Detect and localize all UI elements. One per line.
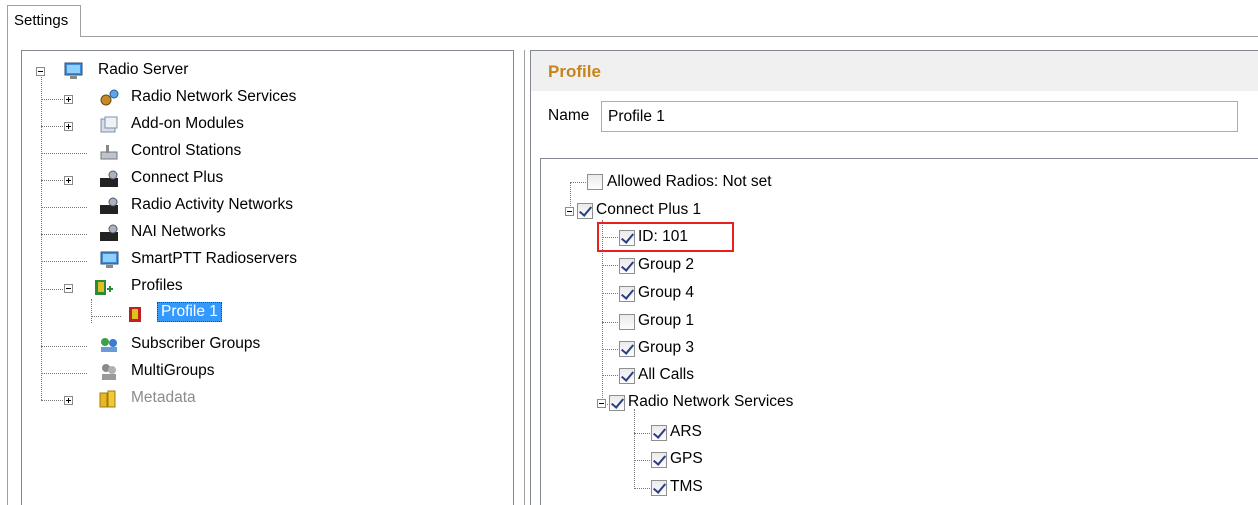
tree-connector: [41, 180, 63, 181]
tree-item-metadata[interactable]: Metadata: [131, 389, 196, 407]
panel-splitter[interactable]: [524, 50, 525, 505]
tree-item-tms: TMS: [670, 478, 703, 495]
profile-icon: [129, 307, 141, 322]
navigation-tree-panel[interactable]: Radio Server Radio Network Services Add-…: [21, 50, 514, 505]
tree-connector: [602, 375, 618, 376]
frame-border: [7, 36, 8, 505]
tree-item-group-3: Group 3: [638, 339, 695, 356]
checkbox-allowed-radios[interactable]: [587, 174, 603, 190]
expand-toggle[interactable]: [64, 122, 73, 131]
checkbox-group-2[interactable]: [619, 258, 635, 274]
checkbox-ars[interactable]: [651, 425, 667, 441]
name-label: Name: [548, 107, 590, 124]
server-icon: [64, 62, 83, 79]
tree-connector: [91, 316, 121, 317]
tree-connector: [634, 488, 650, 489]
tree-item-profiles[interactable]: Profiles: [131, 277, 183, 295]
tree-connector: [41, 126, 63, 127]
tab-settings[interactable]: Settings: [7, 5, 81, 37]
tree-connector: [41, 400, 63, 401]
expand-toggle[interactable]: [64, 396, 73, 405]
tree-item-group-1: Group 1: [638, 312, 695, 329]
tree-item-control-stations[interactable]: Control Stations: [131, 142, 241, 160]
tree-connector: [634, 409, 635, 489]
multigroups-icon: [102, 364, 116, 380]
modules-icon: [100, 116, 118, 133]
tree-item-ars: ARS: [670, 423, 702, 440]
profile-title: Profile: [548, 62, 601, 81]
database-icon: [99, 390, 116, 408]
expand-toggle[interactable]: [64, 176, 73, 185]
highlight-box: [597, 222, 734, 252]
network-repeater-icon: [100, 224, 118, 241]
tree-connector: [602, 293, 618, 294]
profiles-icon: [95, 280, 113, 295]
tree-item-profile-1[interactable]: Profile 1: [157, 302, 222, 322]
tree-connector: [570, 182, 586, 183]
tree-item-all-calls: All Calls: [638, 366, 694, 383]
collapse-toggle[interactable]: [36, 67, 45, 76]
tree-item-connect-plus[interactable]: Connect Plus: [131, 169, 223, 187]
control-station-icon: [100, 145, 118, 160]
tree-connector: [602, 349, 618, 350]
checkbox-gps[interactable]: [651, 452, 667, 468]
checkbox-group-3[interactable]: [619, 341, 635, 357]
gear-network-icon: [100, 89, 119, 106]
checkbox-all-calls[interactable]: [619, 368, 635, 384]
tree-item-radio-activity-networks[interactable]: Radio Activity Networks: [131, 196, 293, 214]
tree-connector: [91, 299, 92, 323]
server-icon: [100, 251, 119, 268]
collapse-toggle[interactable]: [597, 399, 606, 408]
checkbox-group-1[interactable]: [619, 314, 635, 330]
tree-item-radio-server[interactable]: Radio Server: [98, 61, 188, 79]
network-repeater-icon: [100, 170, 118, 187]
tree-connector: [634, 433, 650, 434]
tree-connector: [602, 322, 618, 323]
checkbox-tms[interactable]: [651, 480, 667, 496]
profile-name-field[interactable]: [601, 101, 1238, 132]
tree-connector: [41, 373, 87, 374]
tree-item-connect-plus-1: Connect Plus 1: [596, 201, 702, 218]
tree-item-subscriber-groups[interactable]: Subscriber Groups: [131, 335, 260, 353]
tree-connector: [41, 99, 63, 100]
profile-header: [531, 51, 1258, 91]
expand-toggle[interactable]: [64, 95, 73, 104]
tree-connector: [41, 73, 42, 400]
tab-settings-label: Settings: [14, 12, 69, 29]
tree-item-group-2: Group 2: [638, 256, 695, 273]
checkbox-group-4[interactable]: [619, 286, 635, 302]
tree-connector: [41, 207, 87, 208]
tree-item-radio-network-services[interactable]: Radio Network Services: [131, 88, 296, 106]
tree-item-radio-network-services: Radio Network Services: [628, 393, 794, 410]
tree-item-gps: GPS: [670, 450, 703, 467]
tree-connector: [41, 153, 87, 154]
collapse-toggle[interactable]: [64, 284, 73, 293]
network-repeater-icon: [100, 197, 118, 214]
tree-item-allowed-radios: Allowed Radios: Not set: [607, 173, 772, 190]
collapse-toggle[interactable]: [565, 207, 574, 216]
tree-connector: [41, 261, 87, 262]
tree-connector: [41, 346, 87, 347]
tree-connector: [602, 265, 618, 266]
checkbox-connect-plus-1[interactable]: [577, 203, 593, 219]
tab-divider: [80, 36, 1258, 37]
tree-item-smartptt-radioservers[interactable]: SmartPTT Radioservers: [131, 250, 297, 268]
subscriber-groups-icon: [101, 338, 117, 352]
tree-item-multigroups[interactable]: MultiGroups: [131, 362, 215, 380]
checkbox-radio-network-services[interactable]: [609, 395, 625, 411]
tree-item-add-on-modules[interactable]: Add-on Modules: [131, 115, 244, 133]
tree-connector: [41, 234, 87, 235]
tree-connector: [41, 289, 63, 290]
profile-permissions-tree[interactable]: Allowed Radios: Not set Connect Plus 1 I…: [540, 158, 1258, 505]
tree-item-group-4: Group 4: [638, 284, 695, 301]
tree-item-nai-networks[interactable]: NAI Networks: [131, 223, 226, 241]
tree-connector: [634, 460, 650, 461]
